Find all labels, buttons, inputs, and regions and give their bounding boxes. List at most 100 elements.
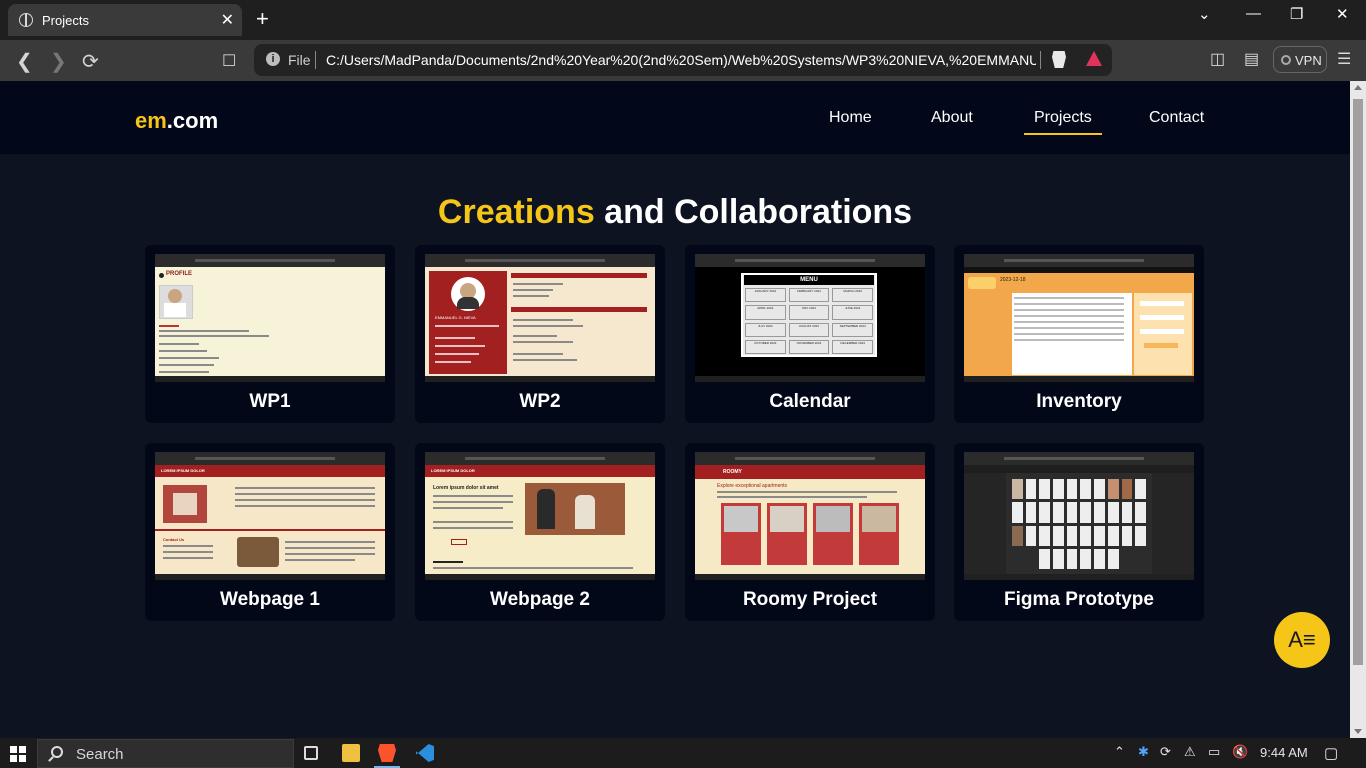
project-title: Inventory xyxy=(1036,391,1122,412)
vscode-icon[interactable] xyxy=(416,744,434,762)
thumb-text: APRIL 2024 xyxy=(745,305,786,320)
file-explorer-icon[interactable] xyxy=(342,744,360,762)
heading-rest: and Collaborations xyxy=(594,193,913,231)
thumb-text: OCTOBER 2024 xyxy=(745,339,786,354)
project-thumbnail: EMMANUEL G. NIEVA xyxy=(425,254,655,382)
thumb-text: SEPTEMBER 2024 xyxy=(832,322,873,337)
task-view-icon[interactable] xyxy=(304,746,318,760)
nav-home[interactable]: Home xyxy=(829,109,872,127)
windows-start-button[interactable] xyxy=(10,746,26,762)
bluetooth-icon[interactable]: ✱ xyxy=(1138,744,1149,760)
heading-accent: Creations xyxy=(437,193,595,231)
thumb-text: MARCH 2024 xyxy=(832,288,873,303)
project-title: Roomy Project xyxy=(742,589,878,610)
vpn-status-icon xyxy=(1281,55,1291,65)
project-card-wp2[interactable]: EMMANUEL G. NIEVA WP2 xyxy=(415,245,665,423)
project-card-inventory[interactable]: 2023-12-18 Inventory xyxy=(954,245,1204,423)
tab-close-icon[interactable]: ✕ xyxy=(221,10,234,30)
project-title: Webpage 2 xyxy=(490,589,590,610)
brave-shields-icon[interactable] xyxy=(1052,51,1066,68)
site-header: em.com Home About Projects Contact xyxy=(0,81,1350,154)
notifications-icon[interactable]: ▢ xyxy=(1324,744,1338,762)
thumb-text: DECEMBER 2024 xyxy=(832,339,873,354)
battery-icon[interactable]: ▭ xyxy=(1208,744,1220,760)
scroll-down-icon[interactable] xyxy=(1354,729,1362,734)
info-icon[interactable]: i xyxy=(266,52,280,66)
sidebar-toggle-icon[interactable]: ◫ xyxy=(1210,49,1225,69)
divider xyxy=(315,51,316,69)
thumb-text: FEBRUARY 2024 xyxy=(788,288,830,303)
project-card-calendar[interactable]: MENU JANUARY 2024 FEBRUARY 2024 MARCH 20… xyxy=(685,245,935,423)
browser-tab-strip: Projects ✕ + ⌄ — ❐ ✕ xyxy=(0,0,1366,40)
logo-accent: em xyxy=(135,108,167,133)
divider xyxy=(1040,51,1041,69)
project-title: WP1 xyxy=(249,391,291,412)
page-viewport: em.com Home About Projects Contact Creat… xyxy=(0,81,1350,738)
thumb-text: EMMANUEL G. NIEVA xyxy=(435,315,476,320)
search-label: Search xyxy=(76,746,124,763)
thumb-text: Contact Us xyxy=(163,537,185,542)
logo-rest: .com xyxy=(166,108,219,133)
network-icon[interactable]: ⚠ xyxy=(1184,744,1196,760)
project-thumbnail: MENU JANUARY 2024 FEBRUARY 2024 MARCH 20… xyxy=(695,254,925,382)
nav-contact[interactable]: Contact xyxy=(1149,109,1204,127)
brave-rewards-icon[interactable] xyxy=(1086,51,1102,66)
reader-mode-button[interactable]: A≡ xyxy=(1274,612,1330,668)
address-url[interactable]: C:/Users/MadPanda/Documents/2nd%20Year%2… xyxy=(326,52,1036,68)
thumb-text: JANUARY 2024 xyxy=(745,288,786,303)
minimize-button[interactable]: — xyxy=(1246,5,1261,22)
thumb-text: 2023-12-18 xyxy=(1000,277,1026,283)
show-hidden-icons-chevron[interactable]: ⌃ xyxy=(1114,744,1125,760)
nav-projects[interactable]: Projects xyxy=(1024,109,1102,135)
vpn-button[interactable]: VPN xyxy=(1273,46,1327,73)
reload-button[interactable]: ⟳ xyxy=(82,49,99,74)
tab-search-chevron-icon[interactable]: ⌄ xyxy=(1198,5,1211,23)
project-thumbnail: 2023-12-18 xyxy=(964,254,1194,382)
bookmark-icon[interactable]: ☐ xyxy=(222,51,236,71)
wallet-icon[interactable]: ▤ xyxy=(1244,49,1259,69)
thumb-text: AUGUST 2024 xyxy=(788,322,830,337)
project-thumbnail xyxy=(964,452,1194,580)
thumb-text: JULY 2024 xyxy=(745,322,786,337)
vpn-label: VPN xyxy=(1295,53,1322,68)
thumb-text: JUNE 2024 xyxy=(832,305,873,320)
thumb-text: LOREM IPSUM DOLOR xyxy=(431,468,475,473)
close-window-button[interactable]: ✕ xyxy=(1336,5,1349,23)
new-tab-button[interactable]: + xyxy=(256,6,269,32)
page-scrollbar[interactable] xyxy=(1350,81,1366,738)
brave-browser-icon[interactable] xyxy=(378,744,396,762)
address-bar[interactable]: i File C:/Users/MadPanda/Documents/2nd%2… xyxy=(254,44,1112,76)
volume-icon[interactable]: 🔇 xyxy=(1232,744,1248,760)
page-title: Creations and Collaborations xyxy=(0,193,1350,232)
taskbar-search-box[interactable]: Search xyxy=(37,739,294,768)
search-icon xyxy=(51,746,63,758)
forward-button[interactable]: ❯ xyxy=(50,49,67,74)
back-button[interactable]: ❮ xyxy=(16,49,33,74)
thumb-text: Explore exceptional apartments xyxy=(717,483,788,489)
project-thumbnail: PROFILE xyxy=(155,254,385,382)
windows-taskbar: Search ⌃ ✱ ⟳ ⚠ ▭ 🔇 9:44 AM ▢ xyxy=(0,738,1366,768)
thumb-text: PROFILE xyxy=(166,271,193,277)
sync-icon[interactable]: ⟳ xyxy=(1160,744,1171,760)
project-card-figma[interactable]: Figma Prototype xyxy=(954,443,1204,621)
project-title: Figma Prototype xyxy=(1004,589,1154,610)
menu-icon[interactable]: ☰ xyxy=(1337,49,1351,69)
project-title: Webpage 1 xyxy=(220,589,320,610)
project-card-webpage-1[interactable]: LOREM IPSUM DOLOR Contact Us Webpage 1 xyxy=(145,443,395,621)
nav-about[interactable]: About xyxy=(931,109,973,127)
project-card-roomy[interactable]: ROOMY Explore exceptional apartments Roo… xyxy=(685,443,935,621)
restore-button[interactable]: ❐ xyxy=(1290,5,1303,23)
project-thumbnail: ROOMY Explore exceptional apartments xyxy=(695,452,925,580)
browser-tab[interactable]: Projects ✕ xyxy=(8,4,242,36)
address-scheme: File xyxy=(288,52,311,68)
scrollbar-thumb[interactable] xyxy=(1353,99,1363,665)
scroll-up-icon[interactable] xyxy=(1354,85,1362,90)
thumb-text: ROOMY xyxy=(723,469,742,475)
project-card-webpage-2[interactable]: LOREM IPSUM DOLOR Lorem ipsum dolor sit … xyxy=(415,443,665,621)
browser-toolbar: ❮ ❯ ⟳ ☐ i File C:/Users/MadPanda/Documen… xyxy=(0,40,1366,81)
project-card-wp1[interactable]: PROFILE WP1 xyxy=(145,245,395,423)
site-logo[interactable]: em.com xyxy=(135,108,218,134)
project-title: Calendar xyxy=(769,391,851,412)
taskbar-clock[interactable]: 9:44 AM xyxy=(1260,745,1308,760)
thumb-text: MAY 2024 xyxy=(788,305,830,320)
